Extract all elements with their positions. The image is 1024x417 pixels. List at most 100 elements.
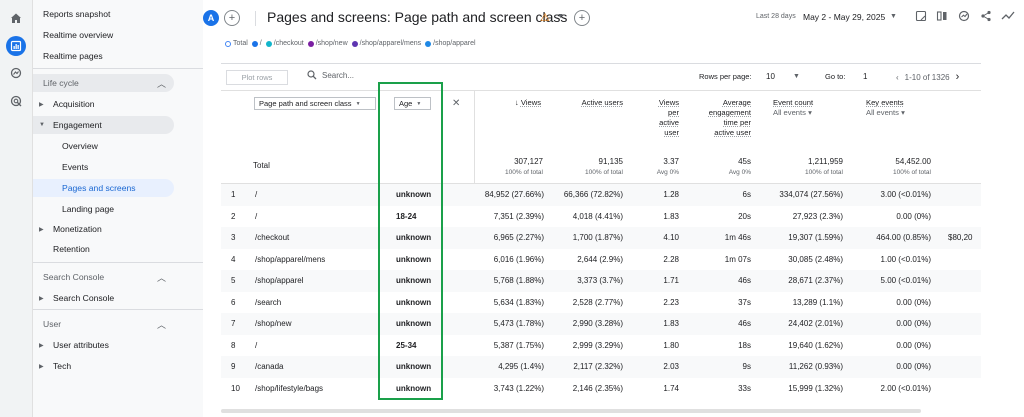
insights-icon[interactable] xyxy=(958,10,972,24)
cell-event-count: 24,402 (2.01%) xyxy=(788,319,843,328)
chevron-down-icon[interactable]: ▼ xyxy=(793,73,800,80)
cell-page-path: / xyxy=(255,211,258,221)
sidebar-item-search-console[interactable]: ▶ Search Console xyxy=(33,289,203,307)
sidebar-item-realtime-pages[interactable]: Realtime pages xyxy=(33,47,203,65)
legend-dot xyxy=(225,40,231,47)
col-key-events[interactable]: Key events All events ▾ xyxy=(866,98,936,118)
cell-views: 5,768 (1.88%) xyxy=(493,276,544,285)
table-row[interactable]: 5/shop/apparel unknown 5,768 (1.88%) 3,373 … xyxy=(221,270,981,292)
row-number: 6 xyxy=(231,297,236,307)
col-event-count[interactable]: Event count All events ▾ xyxy=(773,98,843,118)
report-header: A + Pages and screens: Page path and scr… xyxy=(203,0,1024,36)
caret-right-icon: ▶ xyxy=(39,363,44,370)
add-button[interactable]: + xyxy=(574,10,590,26)
sidebar-section-lifecycle[interactable]: Life cycle ︿ xyxy=(33,74,174,92)
cell-page-path: /search xyxy=(255,297,282,307)
rows-per-page-label: Rows per page: xyxy=(699,72,752,81)
goto-input[interactable]: 1 xyxy=(863,72,867,81)
advertising-icon[interactable] xyxy=(6,91,26,111)
reports-icon[interactable] xyxy=(6,36,26,56)
cell-page-path: /shop/apparel xyxy=(255,276,304,285)
caret-down-icon: ▼ xyxy=(39,122,45,128)
table-row[interactable]: 7/shop/new unknown 5,473 (1.78%) 2,990 (3.2… xyxy=(221,313,981,335)
table-row[interactable]: 8/25-34 5,387 (1.75%) 2,999 (3.29%) 1.80 18s… xyxy=(221,335,981,357)
page-range: 1-10 of 1326 xyxy=(904,72,950,82)
chevron-down-icon[interactable]: ▼ xyxy=(890,13,897,20)
explore-icon[interactable] xyxy=(6,63,26,83)
cell-key-events: 5.00 (<0.01%) xyxy=(880,276,931,285)
cell-avg-engagement: 33s xyxy=(738,383,751,393)
legend-item[interactable]: Total xyxy=(225,40,248,47)
col-avg-engagement[interactable]: Average engagement time per active user xyxy=(691,98,751,138)
sidebar-item-tech[interactable]: ▶ Tech xyxy=(33,357,203,375)
legend-item[interactable]: /shop/new xyxy=(307,40,348,47)
cell-key-events: 0.00 (0%) xyxy=(896,319,931,328)
cell-views: 5,473 (1.78%) xyxy=(493,319,544,328)
sidebar-item-reports-snapshot[interactable]: Reports snapshot xyxy=(33,5,203,23)
primary-dimension-select[interactable]: Page path and screen class ▼ xyxy=(254,97,376,110)
sidebar-divider xyxy=(33,309,203,310)
sidebar-item-user-attributes[interactable]: ▶ User attributes xyxy=(33,336,203,354)
comparison-avatar[interactable]: A xyxy=(203,10,219,26)
next-page-icon[interactable]: › xyxy=(956,71,960,83)
sidebar-item-acquisition[interactable]: ▶ Acquisition xyxy=(33,95,203,113)
legend-item[interactable]: / xyxy=(251,40,262,47)
remove-dimension-icon[interactable]: ✕ xyxy=(452,98,460,109)
plot-rows-button[interactable]: Plot rows xyxy=(226,70,288,85)
cell-active-users: 3,373 (3.7%) xyxy=(577,276,623,285)
home-icon[interactable] xyxy=(6,8,26,28)
date-range-picker[interactable]: May 2 - May 29, 2025 xyxy=(803,12,885,22)
row-number: 3 xyxy=(231,233,236,242)
sidebar-section-search-console[interactable]: Search Console ︿ xyxy=(33,268,203,286)
cell-active-users: 4,018 (4.41%) xyxy=(572,211,623,221)
cell-key-events: 0.00 (0%) xyxy=(896,211,931,221)
total-label: Total xyxy=(253,161,270,170)
cell-avg-engagement: 46s xyxy=(738,319,751,328)
col-active-users[interactable]: Active users xyxy=(561,98,623,108)
compare-icon[interactable] xyxy=(936,10,950,24)
cell-views-per-user: 1.80 xyxy=(663,340,679,350)
main-content: A + Pages and screens: Page path and scr… xyxy=(203,0,1024,417)
cell-views-per-user: 2.28 xyxy=(663,254,679,264)
edit-report-icon[interactable] xyxy=(915,10,929,24)
table-row[interactable]: 9/canada unknown 4,295 (1.4%) 2,117 (2.32%)… xyxy=(221,356,981,378)
rows-per-page-select[interactable]: 10 xyxy=(766,72,775,81)
cell-key-events: 0.00 (0%) xyxy=(896,297,931,307)
cell-key-events: 3.00 (<0.01%) xyxy=(880,190,931,199)
chevron-down-icon[interactable]: ▼ xyxy=(557,13,564,20)
legend-item[interactable]: /shop/apparel xyxy=(425,40,476,47)
table-row[interactable]: 4/shop/apparel/mens unknown 6,016 (1.96%) 2… xyxy=(221,249,981,271)
sidebar-item-pages-and-screens[interactable]: Pages and screens xyxy=(33,179,174,197)
sidebar-item-landing-page[interactable]: Landing page xyxy=(33,200,203,218)
sidebar-divider xyxy=(33,68,203,69)
table-row[interactable]: 1/unknown 84,952 (27.66%) 66,366 (72.82%) 1… xyxy=(221,184,981,206)
search-icon xyxy=(307,70,317,80)
horizontal-scrollbar[interactable] xyxy=(221,409,921,413)
cell-page-path: /shop/apparel/mens xyxy=(255,254,326,264)
sidebar-item-overview[interactable]: Overview xyxy=(33,137,203,155)
caret-down-icon: ▾ xyxy=(901,108,905,117)
legend-item[interactable]: /shop/apparel/mens xyxy=(351,40,421,47)
cell-views-per-user: 1.71 xyxy=(663,276,679,285)
sidebar-section-user[interactable]: User ︿ xyxy=(33,315,203,333)
sidebar-item-engagement[interactable]: ▼ Engagement xyxy=(33,116,174,134)
legend-dot xyxy=(265,40,272,47)
table-row[interactable]: 2/18-24 7,351 (2.39%) 4,018 (4.41%) 1.83 20s… xyxy=(221,206,981,228)
table-row[interactable]: 6/search unknown 5,634 (1.83%) 2,528 (2.77%… xyxy=(221,292,981,314)
table-row[interactable]: 10/shop/lifestyle/bags unknown 3,743 (1.22… xyxy=(221,378,981,400)
sidebar-item-monetization[interactable]: ▶ Monetization xyxy=(33,220,203,238)
sidebar-item-retention[interactable]: Retention xyxy=(33,240,203,258)
legend-item[interactable]: /checkout xyxy=(265,40,304,47)
sidebar-item-realtime-overview[interactable]: Realtime overview xyxy=(33,26,203,44)
add-comparison-button[interactable]: + xyxy=(224,10,240,26)
sidebar-item-events[interactable]: Events xyxy=(33,158,203,176)
col-views-per-user[interactable]: Views per active user xyxy=(641,98,679,138)
table-row[interactable]: 3/checkout unknown 6,965 (2.27%) 1,700 (1.8… xyxy=(221,227,981,249)
col-views[interactable]: ↓ Views xyxy=(491,98,541,108)
cell-key-events: 0.00 (0%) xyxy=(896,340,931,350)
legend-dot xyxy=(425,40,432,47)
share-icon[interactable] xyxy=(980,10,994,24)
search-input[interactable]: Search... xyxy=(307,70,354,80)
trend-icon[interactable] xyxy=(1001,10,1015,24)
prev-page-icon[interactable]: ‹ xyxy=(896,73,899,82)
